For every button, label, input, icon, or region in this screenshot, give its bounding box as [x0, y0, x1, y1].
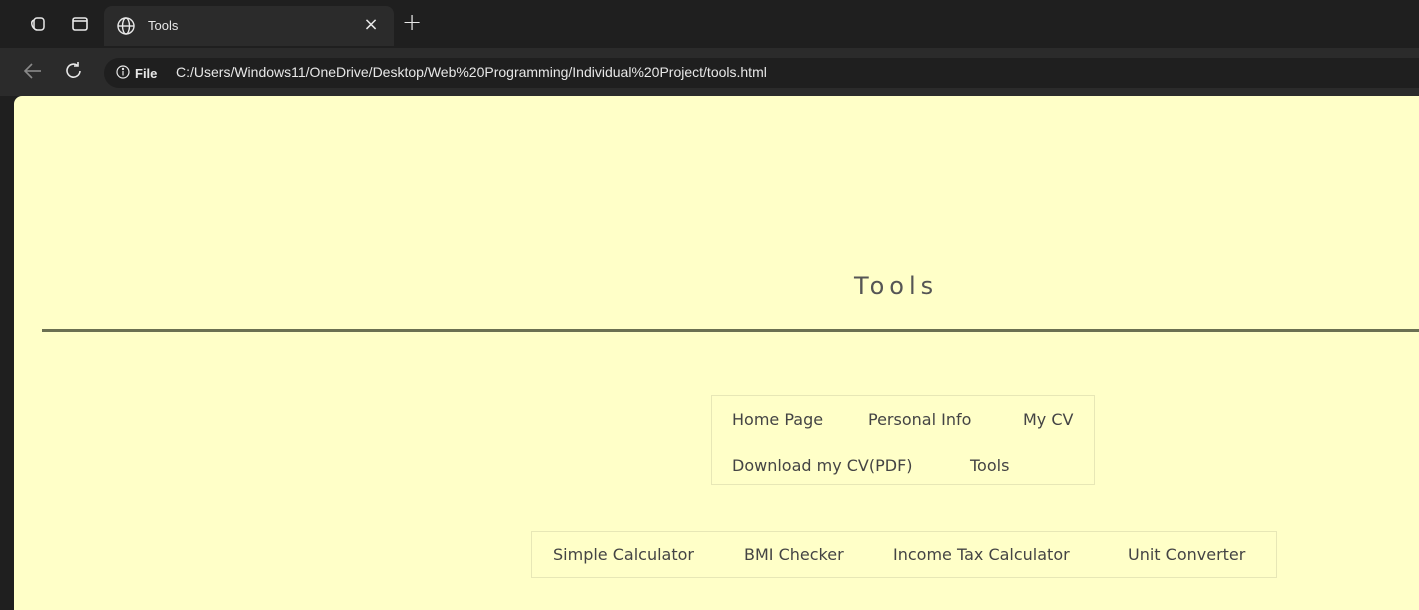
info-icon: [116, 64, 130, 83]
globe-icon: [116, 16, 136, 36]
tool-link-bmi-checker[interactable]: BMI Checker: [744, 545, 844, 564]
back-arrow-icon[interactable]: [22, 60, 46, 84]
page-title: Tools: [854, 272, 939, 300]
tools-nav: Simple Calculator BMI Checker Income Tax…: [531, 531, 1277, 578]
heading-divider: [42, 329, 1419, 332]
nav-link-download-cv[interactable]: Download my CV(PDF): [732, 456, 913, 475]
tool-link-unit-converter[interactable]: Unit Converter: [1128, 545, 1245, 564]
url-text[interactable]: C:/Users/Windows11/OneDrive/Desktop/Web%…: [176, 64, 767, 80]
close-icon[interactable]: ×: [362, 16, 380, 34]
tab-strip: Tools × +: [0, 0, 1419, 48]
nav-link-home[interactable]: Home Page: [732, 410, 823, 429]
nav-link-tools[interactable]: Tools: [970, 456, 1009, 475]
nav-link-personal-info[interactable]: Personal Info: [868, 410, 971, 429]
tab-title: Tools: [148, 18, 179, 33]
browser-window: Tools × + File C:/Users/Windows11/OneDri…: [0, 0, 1419, 610]
tab-tools[interactable]: Tools ×: [104, 6, 394, 46]
site-info-label: File: [135, 66, 158, 81]
site-info-button[interactable]: File: [116, 64, 157, 83]
nav-link-my-cv[interactable]: My CV: [1023, 410, 1073, 429]
page-viewport: Tools Home Page Personal Info My CV Down…: [14, 96, 1419, 610]
tool-link-income-tax-calculator[interactable]: Income Tax Calculator: [893, 545, 1070, 564]
plus-icon[interactable]: +: [401, 10, 423, 34]
address-bar[interactable]: File C:/Users/Windows11/OneDrive/Desktop…: [104, 58, 1419, 88]
workspaces-icon[interactable]: [28, 14, 48, 34]
main-nav: Home Page Personal Info My CV Download m…: [711, 395, 1095, 485]
tool-link-simple-calculator[interactable]: Simple Calculator: [553, 545, 694, 564]
reload-icon[interactable]: [63, 60, 87, 84]
tab-actions-icon[interactable]: [70, 14, 90, 34]
